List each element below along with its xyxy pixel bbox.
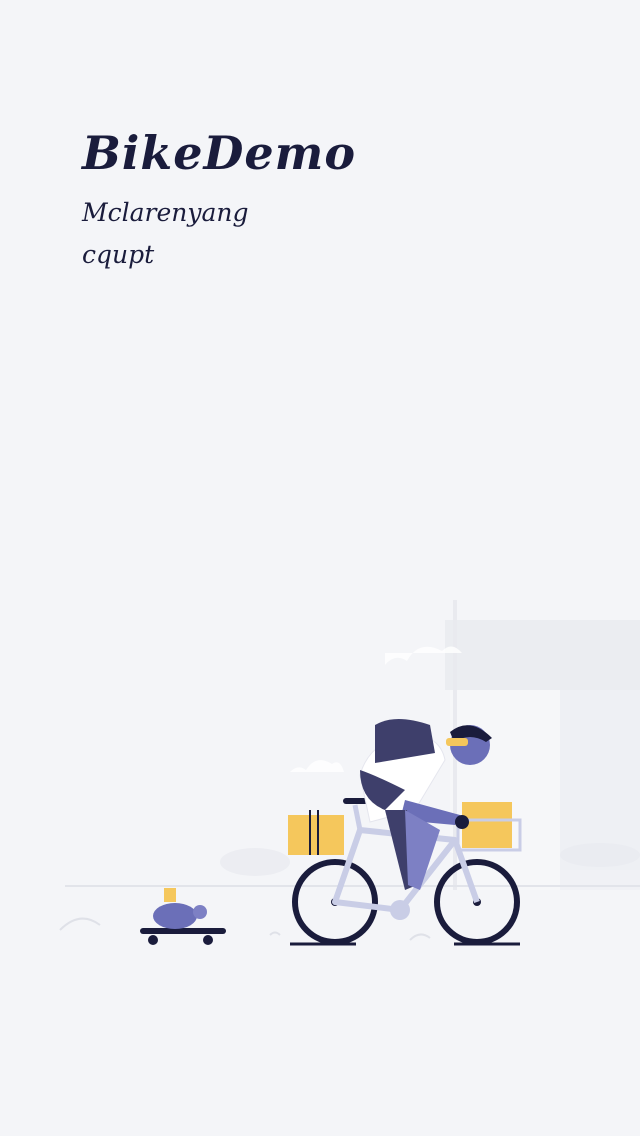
- splash-screen: BikeDemo Mclarenyang cqupt: [0, 0, 640, 1136]
- cloud-mid: [290, 760, 344, 772]
- school-name: cqupt: [82, 240, 155, 269]
- delivery-illustration: [59, 600, 640, 946]
- app-title: BikeDemo: [82, 126, 357, 180]
- rear-package: [288, 810, 344, 855]
- dust-marks: [59, 917, 431, 941]
- author-name: Mclarenyang: [82, 198, 249, 227]
- turtle-on-skateboard: [140, 888, 226, 945]
